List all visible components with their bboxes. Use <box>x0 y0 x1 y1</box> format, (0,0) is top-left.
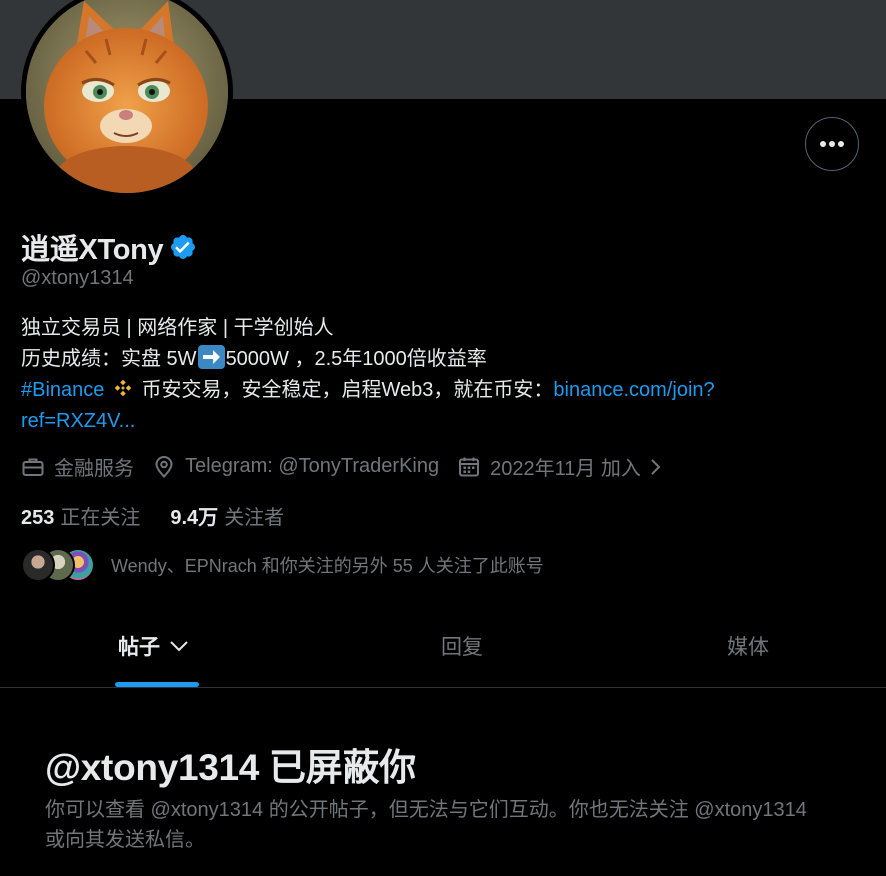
followers-you-know[interactable]: Wendy、EPNrach 和你关注的另外 55 人关注了此账号 <box>21 548 544 582</box>
meta-joined-text: 2022年11月 加入 <box>490 458 641 480</box>
binance-logo-icon <box>114 379 132 397</box>
right-arrow-icon <box>197 345 225 369</box>
bio-line-2-end: 5000W ，2.5年1000倍收益率 <box>225 348 487 370</box>
briefcase-icon <box>22 458 44 476</box>
following-stat[interactable]: 253 正在关注 <box>21 501 140 530</box>
bio-line-3: #Binance 币安交易，安全稳定，启程Web3，就在币安：binance.c… <box>21 375 841 406</box>
blocked-description: 你可以查看 @xtony1314 的公开帖子，但无法与它们互动。你也无法关注 @… <box>45 799 807 851</box>
tab-replies[interactable]: 回复 <box>314 605 610 687</box>
meta-category-text: 金融服务 <box>54 458 134 480</box>
followers-count: 9.4万 <box>170 507 219 529</box>
binance-link-continued[interactable]: ref=RXZ4V... <box>21 406 841 437</box>
meta-location: Telegram: @TonyTraderKing <box>152 455 439 479</box>
more-options-button[interactable] <box>805 117 859 171</box>
tab-media[interactable]: 媒体 <box>610 605 886 687</box>
chevron-down-icon <box>170 641 188 652</box>
bio-line-2: 历史成绩：实盘 5W 5000W ，2.5年1000倍收益率 <box>21 344 841 375</box>
profile-avatar[interactable] <box>21 0 233 198</box>
tab-replies-label: 回复 <box>441 636 483 659</box>
following-label: 正在关注 <box>60 507 141 529</box>
bio-line-1: 独立交易员 | 网络作家 | 干学创始人 <box>21 317 334 339</box>
followers-you-know-text: Wendy、EPNrach 和你关注的另外 55 人关注了此账号 <box>111 556 544 576</box>
followers-stat[interactable]: 9.4万 关注者 <box>170 501 284 530</box>
meta-joined: 2022年11月 加入 <box>457 452 664 481</box>
avatar-image <box>26 0 228 193</box>
chevron-right-icon[interactable] <box>648 457 664 477</box>
follow-stats: 253 正在关注 9.4万 关注者 <box>21 501 314 530</box>
tab-posts[interactable]: 帖子 <box>0 605 314 687</box>
mutual-avatars <box>21 548 97 582</box>
meta-category: 金融服务 <box>21 452 134 481</box>
location-pin-icon <box>155 455 173 478</box>
blocked-title: @xtony1314 已屏蔽你 <box>45 747 416 788</box>
profile-tabs: 帖子 回复 媒体 <box>0 605 886 688</box>
tab-media-label: 媒体 <box>727 636 769 659</box>
followers-label: 关注者 <box>224 507 285 529</box>
following-count: 253 <box>21 507 55 529</box>
bio-line-3-text: 币安交易，安全稳定，启程Web3，就在币安： <box>135 379 554 401</box>
display-name-text: 逍遥XTony <box>21 234 164 266</box>
more-dots-icon <box>820 141 844 147</box>
hashtag-binance-link[interactable]: #Binance <box>21 379 104 401</box>
tab-posts-label: 帖子 <box>118 636 160 659</box>
meta-location-text: Telegram: @TonyTraderKing <box>185 455 440 477</box>
profile-bio: 独立交易员 | 网络作家 | 干学创始人 历史成绩：实盘 5W 5000W ，2.… <box>21 313 841 437</box>
binance-link[interactable]: binance.com/join? <box>553 379 714 401</box>
verified-badge-icon[interactable] <box>169 233 197 261</box>
calendar-icon <box>459 457 480 476</box>
active-tab-indicator <box>115 682 199 687</box>
mutual-avatar <box>21 548 55 582</box>
display-name: 逍遥XTony <box>21 226 197 268</box>
profile-meta: 金融服务 Telegram: @TonyTraderKing 2022年11月 … <box>21 452 682 481</box>
profile-handle: @xtony1314 <box>21 267 134 289</box>
bio-line-2-start: 历史成绩：实盘 5W <box>21 348 197 370</box>
